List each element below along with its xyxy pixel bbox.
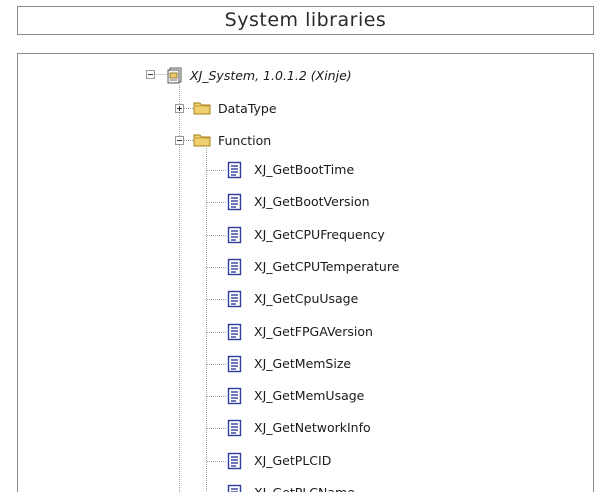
page: System libraries XJ_System, 1.0.1.2 (Xin… — [0, 0, 606, 492]
tree-function-item[interactable]: XJ_GetCpuUsage — [254, 288, 358, 310]
tree-function-item[interactable]: XJ_GetPLCID — [254, 450, 331, 472]
tree-function-item[interactable]: XJ_GetMemUsage — [254, 385, 364, 407]
folder-icon — [193, 134, 211, 147]
function-document-icon — [227, 355, 242, 373]
function-document-icon — [227, 193, 242, 211]
tree-function-item[interactable]: XJ_GetCPUTemperature — [254, 256, 399, 278]
library-icon — [167, 67, 182, 84]
function-document-icon — [227, 484, 242, 492]
root-collapse-toggle[interactable] — [146, 70, 155, 79]
function-collapse-toggle[interactable] — [175, 136, 184, 145]
function-document-icon — [227, 323, 242, 341]
tree-function-item[interactable]: XJ_GetFPGAVersion — [254, 321, 373, 343]
tree-function-item[interactable]: XJ_GetBootTime — [254, 159, 354, 181]
datatype-expand-toggle[interactable] — [175, 104, 184, 113]
tree-folder-datatype[interactable]: DataType — [218, 98, 277, 120]
section-title: System libraries — [224, 9, 387, 31]
function-document-icon — [227, 452, 242, 470]
tree-function-item[interactable]: XJ_GetPLCName — [254, 482, 355, 492]
function-document-icon — [227, 226, 242, 244]
tree-root-library[interactable]: XJ_System, 1.0.1.2 (Xinje) — [190, 65, 352, 87]
tree-folder-function[interactable]: Function — [218, 130, 271, 152]
section-header: System libraries — [17, 6, 594, 35]
tree-function-item[interactable]: XJ_GetMemSize — [254, 353, 351, 375]
function-document-icon — [227, 387, 242, 405]
function-document-icon — [227, 258, 242, 276]
function-document-icon — [227, 290, 242, 308]
function-document-icon — [227, 419, 242, 437]
folder-icon — [193, 102, 211, 115]
tree-function-item[interactable]: XJ_GetBootVersion — [254, 191, 370, 213]
tree-function-item[interactable]: XJ_GetCPUFrequency — [254, 224, 385, 246]
tree-function-item[interactable]: XJ_GetNetworkInfo — [254, 417, 371, 439]
function-document-icon — [227, 161, 242, 179]
